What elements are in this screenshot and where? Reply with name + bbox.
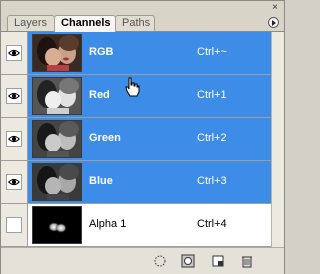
visibility-cell[interactable] [1,75,28,117]
blue-thumbnail-image [33,164,81,200]
channel-name: Red [89,89,110,101]
tab-channels[interactable]: Channels [54,15,116,32]
new-channel-icon[interactable] [211,254,225,268]
green-thumbnail-image [33,121,81,157]
channel-name: Green [89,132,121,144]
channel-thumbnail [32,77,82,115]
visibility-toggle-empty[interactable] [6,217,22,233]
channel-thumbnail [32,120,82,158]
channel-shortcut: Ctrl+4 [197,218,227,230]
channel-shortcut: Ctrl+1 [197,89,227,101]
eye-icon[interactable] [6,45,22,61]
panel-menu-icon[interactable] [268,17,279,28]
channel-list: RGB Ctrl+~ Red Ctrl+1 Green Ctrl+2 Blue … [1,32,271,247]
eye-icon[interactable] [6,131,22,147]
hand-cursor-icon [125,77,140,97]
channels-panel: × Layers Channels Paths RGB Ctrl+~ Red C… [0,0,285,274]
channel-name: Blue [89,175,113,187]
visibility-cell[interactable] [1,204,28,246]
channel-name: Alpha 1 [89,218,127,230]
save-selection-icon[interactable] [181,254,195,268]
delete-channel-icon[interactable] [240,254,254,268]
channel-row-blue[interactable]: Blue Ctrl+3 [1,161,271,204]
close-icon[interactable]: × [270,3,280,13]
channel-row-alpha-1[interactable]: Alpha 1 Ctrl+4 [1,204,271,247]
eye-icon[interactable] [6,174,22,190]
channel-thumbnail [32,163,82,201]
tab-layers[interactable]: Layers [7,15,55,31]
visibility-cell[interactable] [1,161,28,203]
load-selection-icon[interactable] [153,254,167,268]
eye-icon[interactable] [6,88,22,104]
channel-shortcut: Ctrl+2 [197,132,227,144]
channel-row-green[interactable]: Green Ctrl+2 [1,118,271,161]
channel-name: RGB [89,46,114,58]
panel-tab-bar: × Layers Channels Paths [1,1,284,32]
channel-thumbnail [32,206,82,244]
channel-row-rgb[interactable]: RGB Ctrl+~ [1,32,271,75]
channel-shortcut: Ctrl+3 [197,175,227,187]
panel-bottom-toolbar [1,247,284,274]
channel-thumbnail [32,34,82,72]
rgb-thumbnail-image [33,35,81,71]
channel-shortcut: Ctrl+~ [197,46,227,58]
visibility-cell[interactable] [1,32,28,74]
visibility-cell[interactable] [1,118,28,160]
vertical-scrollbar[interactable] [271,32,284,247]
red-thumbnail-image [33,78,81,114]
tab-paths[interactable]: Paths [115,15,155,31]
alpha-thumbnail-image [33,207,81,243]
